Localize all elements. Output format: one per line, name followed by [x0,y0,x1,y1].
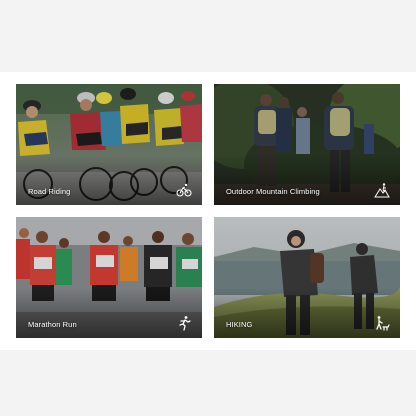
label-gradient [214,155,400,205]
category-label: Outdoor Mountain Climbing [226,187,320,196]
mountain-climbing-icon [374,183,390,198]
category-card-hiking[interactable]: HIKING [214,217,400,338]
category-card-road-riding[interactable]: Road Riding [16,84,202,205]
running-icon [179,316,191,331]
category-label: HIKING [226,320,253,329]
cycling-icon [176,183,192,197]
category-label: Marathon Run [28,320,77,329]
category-card-outdoor-mountain-climbing[interactable]: Outdoor Mountain Climbing [214,84,400,205]
category-card-marathon-run[interactable]: Marathon Run [16,217,202,338]
label-gradient [16,288,202,338]
hiking-with-dog-icon [376,316,390,331]
category-label: Road Riding [28,187,71,196]
label-gradient [214,288,400,338]
label-gradient [16,155,202,205]
